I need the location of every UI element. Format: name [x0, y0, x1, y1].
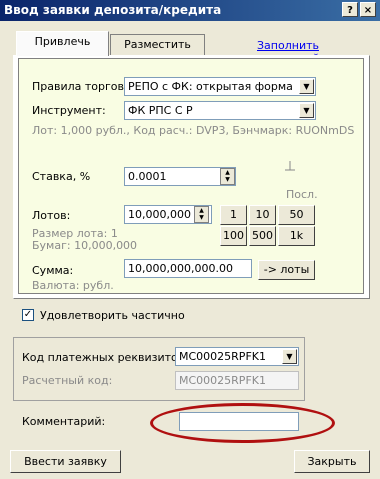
lots-value: 10,000,000 [128, 208, 191, 221]
trade-rules-label: Правила торгов: [32, 80, 128, 93]
instrument-info: Лот: 1,000 рубл., Код расч.: DVP3, Бэнчм… [32, 124, 355, 137]
close-button[interactable]: Закрыть [294, 450, 370, 473]
title-bar: Ввод заявки депозита/кредита ? × [0, 0, 380, 21]
sum-label: Сумма: [32, 264, 74, 277]
partial-label: Удовлетворить частично [40, 309, 185, 322]
requisites-code-label: Код платежных реквизитов: [22, 351, 188, 364]
lot-button-1k[interactable]: 1k [278, 226, 315, 246]
close-window-button[interactable]: × [360, 2, 376, 17]
settle-code-value: MC00025RPFK1 [179, 374, 266, 387]
currency-info: Валюта: рубл. [32, 279, 114, 292]
tab-attract[interactable]: Привлечь [16, 31, 109, 56]
lots-stepper[interactable]: ▲ ▼ [194, 206, 209, 223]
lot-button-100[interactable]: 100 [220, 226, 247, 246]
partial-checkbox[interactable]: ✓ [22, 309, 34, 321]
chevron-down-icon[interactable]: ▼ [299, 79, 314, 94]
requisites-code-select[interactable]: MC00025RPFK1 ▼ [175, 347, 299, 366]
trade-rules-select[interactable]: РЕПО с ФК: открытая форма ▼ [124, 77, 316, 96]
last-price-label: Посл. [286, 188, 318, 201]
comment-label: Комментарий: [22, 415, 106, 428]
sum-input[interactable]: 10,000,000,000.00 [124, 259, 252, 278]
window-title: Ввод заявки депозита/кредита [4, 3, 222, 17]
lot-button-1[interactable]: 1 [220, 205, 247, 225]
requisites-code-value: MC00025RPFK1 [179, 350, 266, 363]
lot-button-50[interactable]: 50 [278, 205, 315, 225]
trade-rules-value: РЕПО с ФК: открытая форма [128, 80, 293, 93]
rate-stepper[interactable]: ▲ ▼ [220, 168, 235, 185]
last-price-icon [285, 161, 295, 171]
submit-order-button[interactable]: Ввести заявку [10, 450, 121, 473]
rate-input[interactable]: 0.0001 ▲ ▼ [124, 167, 236, 186]
rate-label: Ставка, % [32, 170, 91, 183]
instrument-value: ФК РПС С Р [128, 104, 193, 117]
to-lots-button[interactable]: -> лоты [258, 260, 315, 280]
settle-code-label: Расчетный код: [22, 374, 113, 387]
highlight-oval [150, 403, 335, 443]
instrument-label: Инструмент: [32, 104, 106, 117]
tab-place[interactable]: Разместить [110, 34, 205, 55]
help-button[interactable]: ? [342, 2, 358, 17]
instrument-select[interactable]: ФК РПС С Р ▼ [124, 101, 316, 120]
chevron-down-icon[interactable]: ▼ [282, 349, 297, 364]
lot-button-10[interactable]: 10 [249, 205, 276, 225]
chevron-down-icon[interactable]: ▼ [299, 103, 314, 118]
rate-value: 0.0001 [128, 170, 167, 183]
settle-code-field: MC00025RPFK1 [175, 371, 299, 390]
lot-button-500[interactable]: 500 [249, 226, 276, 246]
lots-label: Лотов: [32, 209, 71, 222]
papers-info: Бумаг: 10,000,000 [32, 239, 138, 252]
sum-value: 10,000,000,000.00 [128, 262, 233, 275]
